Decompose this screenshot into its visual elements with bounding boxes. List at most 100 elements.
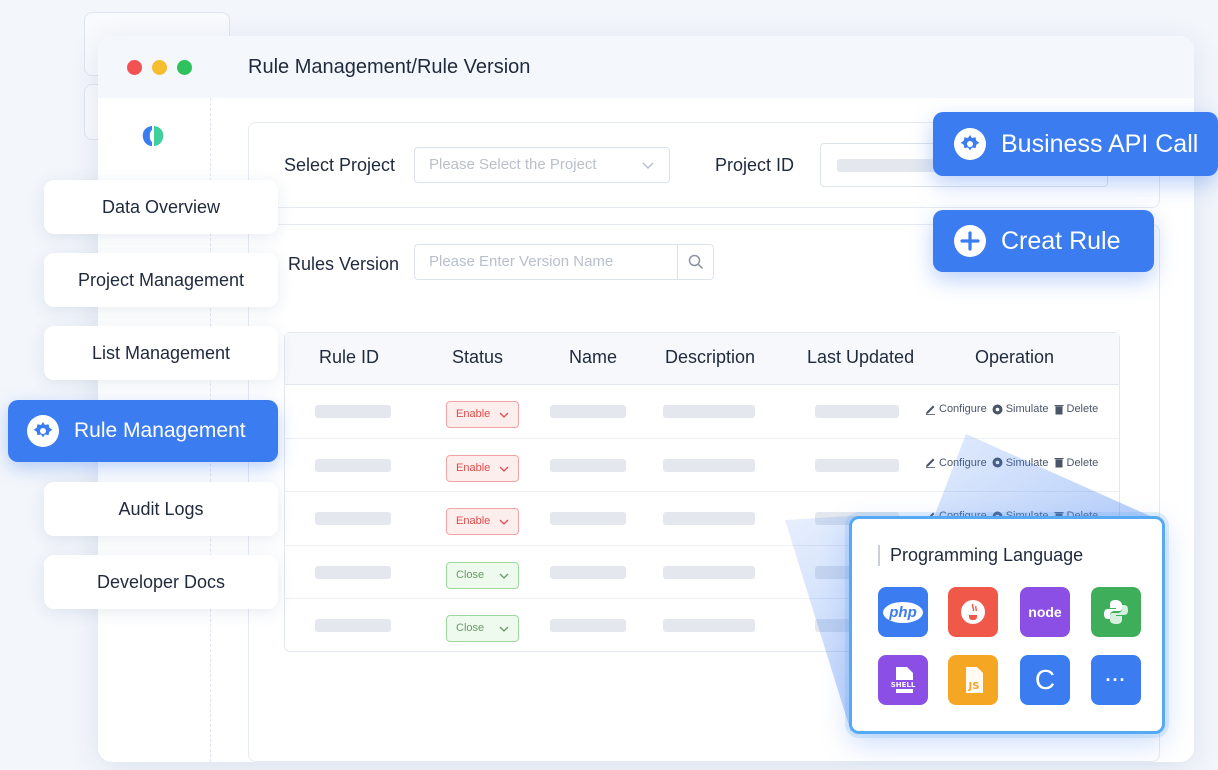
configure-button[interactable]: Configure	[925, 403, 987, 415]
status-label: Close	[456, 622, 485, 634]
placeholder-bar	[315, 512, 391, 525]
simulate-label: Simulate	[1005, 403, 1049, 415]
rules-version-label: Rules Version	[288, 254, 400, 274]
chevron-down-icon	[499, 412, 509, 418]
table-row: Enable Configure Simulate Delete	[285, 385, 1119, 439]
edit-icon	[926, 458, 935, 468]
gear-icon	[954, 128, 986, 160]
programming-language-title: Programming Language	[878, 545, 1083, 566]
column-header-operation: Operation	[975, 347, 1055, 367]
language-label: C	[1034, 664, 1056, 695]
column-header-last-updated: Last Updated	[807, 347, 915, 367]
sidebar-item-project-management[interactable]: Project Management	[44, 253, 278, 307]
close-window-button[interactable]	[127, 60, 142, 75]
sidebar-item-label: Rule Management	[74, 419, 246, 442]
gear-icon	[992, 457, 1003, 468]
placeholder-bar	[663, 458, 755, 472]
placeholder-bar	[663, 512, 755, 525]
configure-label: Configure	[939, 456, 987, 469]
language-label: node	[1028, 604, 1062, 620]
c-icon[interactable]: C	[1020, 655, 1070, 705]
business-api-call-button[interactable]: Business API Call	[933, 112, 1218, 176]
sidebar-item-list-management[interactable]: List Management	[44, 326, 278, 380]
sidebar-item-audit-logs[interactable]: Audit Logs	[44, 482, 278, 536]
svg-text:SHELL: SHELL	[891, 681, 916, 689]
create-rule-label: Creat Rule	[1001, 226, 1121, 255]
status-dropdown[interactable]: Enable	[446, 401, 519, 428]
title-bar: Rule Management/Rule Version	[98, 36, 1194, 98]
status-label: Enable	[456, 461, 491, 474]
trash-icon	[1054, 404, 1063, 414]
simulate-button[interactable]: Simulate	[992, 457, 1049, 469]
project-select[interactable]: Please Select the Project	[414, 147, 670, 183]
placeholder-bar	[315, 565, 391, 579]
placeholder-bar	[550, 458, 626, 472]
project-select-placeholder: Please Select the Project	[429, 156, 597, 173]
status-label: Close	[456, 568, 485, 581]
placeholder-bar	[550, 512, 626, 525]
search-button[interactable]	[677, 245, 713, 279]
sidebar-item-data-overview[interactable]: Data Overview	[44, 180, 278, 234]
placeholder-bar	[550, 619, 626, 632]
sidebar-item-label: Data Overview	[101, 197, 221, 217]
placeholder-bar	[815, 458, 899, 472]
delete-label: Delete	[1066, 456, 1099, 469]
column-header-status: Status	[452, 347, 504, 367]
node-icon[interactable]: node	[1020, 587, 1070, 637]
delete-label: Delete	[1066, 403, 1099, 415]
business-api-call-label: Business API Call	[1001, 129, 1199, 158]
language-label: ···	[1105, 669, 1127, 690]
simulate-label: Simulate	[1005, 456, 1049, 469]
status-dropdown[interactable]: Enable	[446, 508, 519, 535]
configure-button[interactable]: Configure	[925, 457, 987, 469]
sidebar-item-label: Audit Logs	[118, 499, 204, 519]
placeholder-bar	[815, 405, 899, 418]
placeholder-bar	[315, 619, 391, 632]
more-icon[interactable]: ···	[1091, 655, 1141, 705]
programming-language-panel: Programming Language php node SHELL JS C ···	[849, 516, 1165, 734]
create-rule-button[interactable]: Creat Rule	[933, 210, 1154, 272]
chevron-down-icon	[499, 466, 509, 472]
chevron-down-icon	[499, 519, 509, 525]
gear-icon	[27, 415, 59, 447]
gear-icon	[992, 404, 1003, 414]
operation-cell: Configure Simulate Delete	[925, 457, 1103, 472]
placeholder-bar	[315, 458, 391, 472]
column-header-name: Name	[569, 347, 618, 367]
page-title: Rule Management/Rule Version	[248, 56, 531, 78]
placeholder-bar	[663, 565, 755, 579]
plus-icon	[954, 225, 986, 257]
shell-icon[interactable]: SHELL	[878, 655, 928, 705]
svg-text:JS: JS	[968, 681, 980, 692]
chevron-down-icon	[642, 162, 654, 170]
delete-button[interactable]: Delete	[1054, 403, 1099, 415]
sidebar-item-developer-docs[interactable]: Developer Docs	[44, 555, 278, 609]
status-dropdown[interactable]: Close	[446, 561, 519, 589]
simulate-button[interactable]: Simulate	[992, 403, 1049, 415]
version-search-placeholder: Please Enter Version Name	[429, 253, 614, 270]
placeholder-bar	[663, 405, 755, 418]
delete-button[interactable]: Delete	[1054, 456, 1099, 469]
trash-icon	[1054, 458, 1063, 468]
sidebar-item-label: Project Management	[77, 270, 245, 290]
status-dropdown[interactable]: Enable	[446, 454, 519, 482]
column-header-rule-id: Rule ID	[319, 347, 380, 367]
search-icon	[688, 254, 704, 270]
python-icon[interactable]	[1091, 587, 1141, 637]
sidebar-item-rule-management[interactable]: Rule Management	[8, 400, 278, 462]
version-search-input[interactable]: Please Enter Version Name	[414, 244, 714, 280]
maximize-window-button[interactable]	[177, 60, 192, 75]
placeholder-bar	[550, 565, 626, 579]
chevron-down-icon	[499, 573, 509, 579]
app-logo-icon	[142, 126, 164, 146]
select-project-label: Select Project	[284, 155, 396, 175]
java-icon[interactable]	[948, 587, 998, 637]
edit-icon	[926, 405, 935, 415]
placeholder-bar	[550, 405, 626, 418]
js-icon[interactable]: JS	[948, 655, 998, 705]
project-id-label: Project ID	[715, 155, 795, 175]
configure-label: Configure	[939, 403, 987, 415]
php-icon[interactable]: php	[878, 587, 928, 637]
status-dropdown[interactable]: Close	[446, 615, 519, 642]
minimize-window-button[interactable]	[152, 60, 167, 75]
